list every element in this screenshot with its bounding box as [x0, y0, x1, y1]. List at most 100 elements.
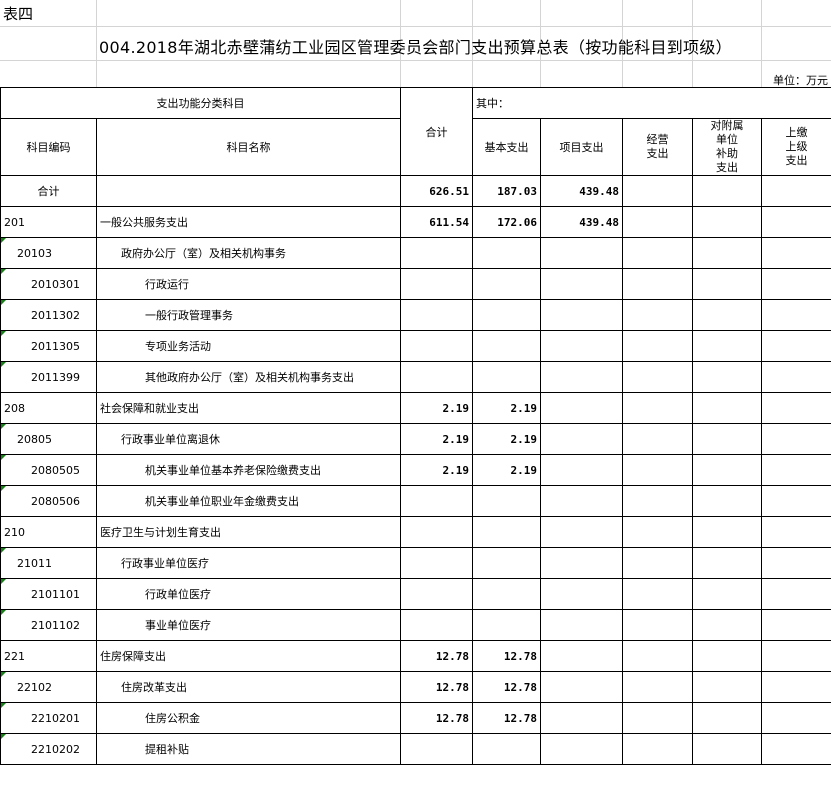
- row-basic[interactable]: 2.19: [472, 423, 541, 455]
- row-basic[interactable]: [472, 299, 541, 331]
- row-code[interactable]: 2010301: [0, 268, 97, 300]
- row-operating[interactable]: [622, 671, 693, 703]
- row-project[interactable]: [540, 237, 623, 269]
- row-subsidy[interactable]: [692, 330, 762, 362]
- row-code[interactable]: 2011399: [0, 361, 97, 393]
- row-name[interactable]: 一般行政管理事务: [96, 299, 401, 331]
- row-code[interactable]: 20103: [0, 237, 97, 269]
- row-total[interactable]: [400, 733, 473, 765]
- row-basic[interactable]: 187.03: [472, 175, 541, 207]
- row-project[interactable]: [540, 299, 623, 331]
- row-project[interactable]: [540, 268, 623, 300]
- row-name[interactable]: 专项业务活动: [96, 330, 401, 362]
- row-remit[interactable]: [761, 330, 831, 362]
- row-total[interactable]: 12.78: [400, 702, 473, 734]
- row-subsidy[interactable]: [692, 578, 762, 610]
- row-name[interactable]: 机关事业单位基本养老保险缴费支出: [96, 454, 401, 486]
- row-remit[interactable]: [761, 268, 831, 300]
- row-project[interactable]: [540, 547, 623, 579]
- row-operating[interactable]: [622, 423, 693, 455]
- row-name[interactable]: 机关事业单位职业年金缴费支出: [96, 485, 401, 517]
- row-total[interactable]: 2.19: [400, 423, 473, 455]
- row-operating[interactable]: [622, 330, 693, 362]
- row-total[interactable]: [400, 609, 473, 641]
- row-remit[interactable]: [761, 361, 831, 393]
- row-operating[interactable]: [622, 733, 693, 765]
- row-basic[interactable]: [472, 237, 541, 269]
- row-remit[interactable]: [761, 206, 831, 238]
- row-operating[interactable]: [622, 609, 693, 641]
- row-project[interactable]: [540, 702, 623, 734]
- row-remit[interactable]: [761, 423, 831, 455]
- row-project[interactable]: [540, 485, 623, 517]
- row-code[interactable]: 221: [0, 640, 97, 672]
- row-project[interactable]: [540, 671, 623, 703]
- row-operating[interactable]: [622, 237, 693, 269]
- row-subsidy[interactable]: [692, 361, 762, 393]
- row-operating[interactable]: [622, 206, 693, 238]
- row-operating[interactable]: [622, 268, 693, 300]
- row-basic[interactable]: [472, 361, 541, 393]
- row-code[interactable]: 2011305: [0, 330, 97, 362]
- row-name[interactable]: 行政单位医疗: [96, 578, 401, 610]
- row-remit[interactable]: [761, 609, 831, 641]
- row-code[interactable]: 合计: [0, 175, 97, 207]
- row-code[interactable]: 2080506: [0, 485, 97, 517]
- row-code[interactable]: 210: [0, 516, 97, 548]
- row-basic[interactable]: [472, 578, 541, 610]
- row-remit[interactable]: [761, 578, 831, 610]
- row-project[interactable]: [540, 516, 623, 548]
- row-total[interactable]: [400, 330, 473, 362]
- row-total[interactable]: 611.54: [400, 206, 473, 238]
- row-operating[interactable]: [622, 392, 693, 424]
- row-project[interactable]: [540, 392, 623, 424]
- row-basic[interactable]: [472, 330, 541, 362]
- row-subsidy[interactable]: [692, 299, 762, 331]
- row-remit[interactable]: [761, 547, 831, 579]
- row-code[interactable]: 201: [0, 206, 97, 238]
- row-total[interactable]: 12.78: [400, 640, 473, 672]
- row-code[interactable]: 2101102: [0, 609, 97, 641]
- row-remit[interactable]: [761, 485, 831, 517]
- row-project[interactable]: 439.48: [540, 206, 623, 238]
- row-name[interactable]: 行政事业单位离退休: [96, 423, 401, 455]
- row-operating[interactable]: [622, 702, 693, 734]
- row-subsidy[interactable]: [692, 268, 762, 300]
- row-basic[interactable]: 2.19: [472, 454, 541, 486]
- row-total[interactable]: [400, 237, 473, 269]
- row-basic[interactable]: [472, 485, 541, 517]
- row-total[interactable]: [400, 361, 473, 393]
- row-project[interactable]: [540, 423, 623, 455]
- row-total[interactable]: [400, 485, 473, 517]
- row-total[interactable]: [400, 578, 473, 610]
- row-subsidy[interactable]: [692, 733, 762, 765]
- row-basic[interactable]: 2.19: [472, 392, 541, 424]
- row-project[interactable]: [540, 640, 623, 672]
- row-code[interactable]: 20805: [0, 423, 97, 455]
- row-operating[interactable]: [622, 516, 693, 548]
- row-total[interactable]: 12.78: [400, 671, 473, 703]
- row-basic[interactable]: 12.78: [472, 671, 541, 703]
- row-remit[interactable]: [761, 175, 831, 207]
- row-name[interactable]: 提租补贴: [96, 733, 401, 765]
- row-total[interactable]: 626.51: [400, 175, 473, 207]
- row-subsidy[interactable]: [692, 702, 762, 734]
- row-project[interactable]: [540, 609, 623, 641]
- row-name[interactable]: 医疗卫生与计划生育支出: [96, 516, 401, 548]
- row-remit[interactable]: [761, 237, 831, 269]
- row-name[interactable]: 社会保障和就业支出: [96, 392, 401, 424]
- row-total[interactable]: [400, 299, 473, 331]
- row-basic[interactable]: [472, 733, 541, 765]
- row-code[interactable]: 22102: [0, 671, 97, 703]
- row-operating[interactable]: [622, 578, 693, 610]
- row-code[interactable]: 2101101: [0, 578, 97, 610]
- row-operating[interactable]: [622, 361, 693, 393]
- row-remit[interactable]: [761, 640, 831, 672]
- row-subsidy[interactable]: [692, 609, 762, 641]
- row-project[interactable]: 439.48: [540, 175, 623, 207]
- row-name[interactable]: 事业单位医疗: [96, 609, 401, 641]
- row-remit[interactable]: [761, 516, 831, 548]
- row-code[interactable]: 2210202: [0, 733, 97, 765]
- row-remit[interactable]: [761, 392, 831, 424]
- row-basic[interactable]: [472, 268, 541, 300]
